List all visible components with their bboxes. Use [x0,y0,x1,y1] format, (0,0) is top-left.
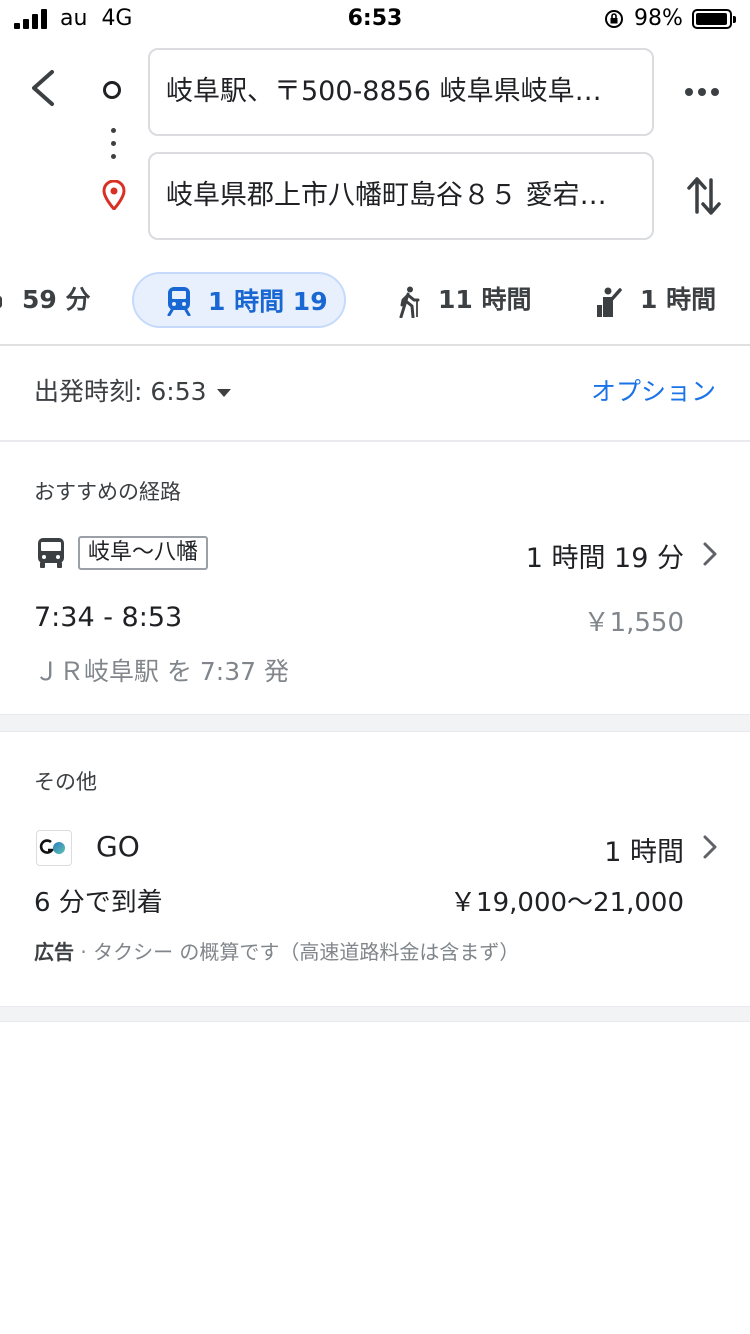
bus-icon [38,538,64,568]
swap-directions-icon[interactable] [684,172,724,220]
more-options-icon[interactable] [682,80,722,104]
departure-time-label: 出発時刻: 6:53 [34,377,207,406]
train-icon [167,287,191,316]
departure-time-selector[interactable]: 出発時刻: 6:53 [34,372,231,408]
route-times: 7:34 - 8:53 [34,602,183,633]
ad-text: タクシー の概算です（高速道路料金は含まず） [93,940,520,964]
tab-drive[interactable]: 59 分 [0,272,98,328]
chevron-right-icon [703,835,717,859]
walk-icon [399,286,420,318]
ad-label: 広告 [34,940,74,964]
tab-walk-label: 11 時間 [438,285,532,314]
car-icon [0,296,2,308]
provider-name: GO [96,830,140,863]
ad-separator: · [74,940,94,964]
route-fare: ￥1,550 [583,608,684,638]
ride-hail-icon [597,287,622,317]
origin-input[interactable]: 岐阜駅、〒500-8856 岐阜県岐阜… [148,48,654,136]
section-gap [0,1006,750,1022]
options-link[interactable]: オプション [591,372,716,408]
bus-line-badge: 岐阜〜八幡 [78,536,209,570]
arrival-time-text: 6 分で到着 [34,888,163,918]
tab-ride-hail[interactable]: 1 時間 [596,272,736,328]
dropdown-caret-icon [216,389,231,397]
tab-walk[interactable]: 11 時間 [392,272,542,328]
battery-percent: 98% [634,6,683,31]
ad-disclaimer: 広告 · タクシー の概算です（高速道路料金は含まず） [34,936,519,965]
back-arrow-icon[interactable] [24,66,64,110]
battery-icon [692,9,736,29]
divider [0,440,750,442]
route-dots-icon [111,128,117,162]
orientation-lock-icon [605,10,623,28]
origin-circle-icon [103,81,121,99]
status-bar: au 4G 6:53 98% [0,0,750,42]
tabs-divider [0,344,750,346]
tab-drive-label: 59 分 [22,285,91,314]
destination-input[interactable]: 岐阜県郡上市八幡町島谷８５ 愛宕… [148,152,654,240]
section-gap [0,714,750,732]
chevron-right-icon [703,542,717,566]
taxi-duration: 1 時間 [604,837,684,868]
departure-station-text: ＪＲ岐阜駅 を 7:37 発 [34,657,289,686]
tab-transit-label: 1 時間 19 [208,287,328,316]
others-section-title: その他 [34,770,97,794]
route-duration: 1 時間 19 分 [525,543,684,574]
taxi-fare: ￥19,000〜21,000 [450,888,684,918]
tab-transit[interactable]: 1 時間 19 [132,272,346,328]
go-app-logo [36,830,72,866]
tab-ride-hail-label: 1 時間 [640,285,717,314]
recommended-section-title: おすすめの経路 [34,480,181,504]
destination-pin-icon [102,180,126,210]
